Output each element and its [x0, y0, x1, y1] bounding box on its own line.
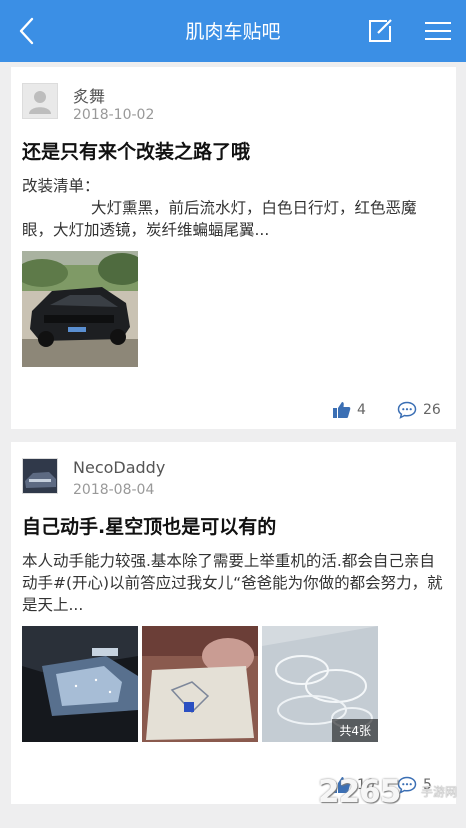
post-image[interactable]	[22, 626, 138, 742]
post-card[interactable]: 炙舞 2018-10-02 还是只有来个改装之路了哦 改装清单： 大灯熏黑，前后…	[11, 67, 456, 429]
post-excerpt: 本人动手能力较强.基本除了需要上举重机的活.都会自己亲自动手#(开心)以前答应过…	[22, 552, 443, 614]
watermark-number: 2265	[318, 774, 401, 810]
post-image[interactable]	[142, 626, 258, 742]
post-title[interactable]: 自己动手.星空顶也是可以有的	[22, 512, 276, 539]
avatar[interactable]	[22, 458, 58, 494]
thumbs-up-icon	[333, 402, 351, 418]
username[interactable]: NecoDaddy	[73, 458, 165, 477]
watermark-logo: 2265 手游网	[318, 774, 466, 828]
edit-icon	[369, 19, 392, 42]
comment-button[interactable]: 26	[397, 401, 441, 419]
top-bar: 肌肉车贴吧	[0, 0, 466, 62]
post-image[interactable]: 共4张	[262, 626, 378, 742]
post-excerpt: 改装清单： 大灯熏黑，前后流水灯，白色日行灯，红色恶魔眼，大灯加透镜，炭纤维蝙蝠…	[22, 177, 417, 239]
post-card[interactable]: NecoDaddy 2018-08-04 自己动手.星空顶也是可以有的 本人动手…	[11, 442, 456, 804]
username[interactable]: 炙舞	[73, 83, 105, 107]
user-avatar-image	[23, 459, 57, 493]
watermark-text: 手游网	[421, 785, 458, 799]
comment-icon	[397, 401, 417, 419]
menu-button[interactable]	[423, 19, 453, 43]
page-title: 肌肉车贴吧	[185, 21, 281, 43]
like-button[interactable]: 4	[332, 401, 366, 419]
post-date: 2018-08-04	[73, 482, 155, 498]
post-date: 2018-10-02	[73, 107, 155, 123]
comment-count: 26	[423, 402, 441, 418]
avatar[interactable]	[22, 83, 58, 119]
menu-icon	[425, 22, 451, 40]
default-avatar-icon	[29, 91, 51, 114]
post-title[interactable]: 还是只有来个改装之路了哦	[22, 137, 250, 164]
like-count: 4	[357, 402, 366, 418]
post-image[interactable]	[22, 251, 138, 367]
compose-button[interactable]	[367, 18, 393, 44]
image-count-badge: 共4张	[332, 719, 378, 742]
